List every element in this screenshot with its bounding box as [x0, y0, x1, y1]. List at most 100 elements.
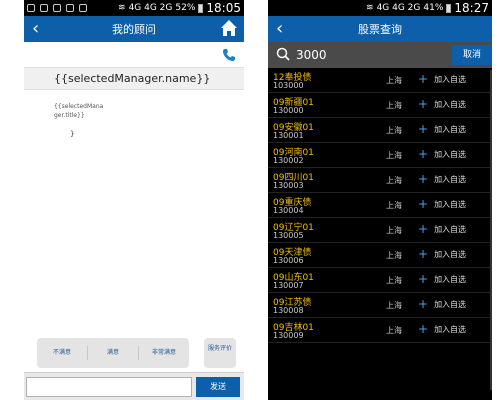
plus-icon: + — [418, 322, 429, 336]
add-to-watchlist-button[interactable]: + 加入自选 — [418, 173, 466, 185]
list-item[interactable]: 09河南01 130002 上海 + 加入自选 — [268, 143, 492, 168]
stock-code: 130006 — [273, 256, 304, 265]
list-item[interactable]: 09四川01 130003 上海 + 加入自选 — [268, 168, 492, 193]
add-to-watchlist-label: 加入自选 — [434, 174, 467, 184]
send-button[interactable]: 发送 — [196, 377, 240, 397]
stock-market: 上海 — [386, 326, 402, 335]
add-to-watchlist-label: 加入自选 — [434, 74, 467, 84]
add-to-watchlist-button[interactable]: + 加入自选 — [418, 98, 466, 110]
add-to-watchlist-label: 加入自选 — [434, 299, 467, 309]
add-to-watchlist-button[interactable]: + 加入自选 — [418, 123, 466, 135]
stock-market: 上海 — [386, 151, 402, 160]
rating-panel: 不满意 满意 非常满意 — [37, 338, 189, 368]
list-item[interactable]: 09新疆01 130000 上海 + 加入自选 — [268, 93, 492, 118]
battery-icon — [446, 3, 452, 13]
service-evaluation-button[interactable]: 服务评价 — [204, 338, 236, 368]
stock-market: 上海 — [386, 251, 402, 260]
add-to-watchlist-button[interactable]: + 加入自选 — [418, 148, 466, 160]
stock-market: 上海 — [386, 276, 402, 285]
plus-icon: + — [418, 147, 429, 161]
add-to-watchlist-label: 加入自选 — [434, 274, 467, 284]
page-title: 我的顾问 — [112, 23, 156, 36]
search-icon — [276, 46, 290, 65]
add-to-watchlist-button[interactable]: + 加入自选 — [418, 273, 466, 285]
list-item[interactable]: 09江苏债 130008 上海 + 加入自选 — [268, 293, 492, 318]
clock: 18:27 — [454, 1, 489, 15]
list-item[interactable]: 09辽宁01 130005 上海 + 加入自选 — [268, 218, 492, 243]
page-title: 股票查询 — [358, 23, 402, 36]
wifi-icon: ≋ — [366, 3, 374, 13]
stock-code: 130000 — [273, 106, 304, 115]
header-bar: ‹ 股票查询 — [268, 16, 492, 42]
rating-dissatisfied-button[interactable]: 不满意 — [37, 346, 88, 360]
manager-name: {{selectedManager.name}} — [24, 68, 244, 90]
template-brace: } — [70, 130, 75, 138]
home-button[interactable] — [220, 19, 238, 41]
stock-code: 130003 — [273, 181, 304, 190]
stock-code: 103000 — [273, 81, 304, 90]
home-icon — [221, 20, 237, 36]
list-item[interactable]: 12奉投债 103000 上海 + 加入自选 — [268, 68, 492, 93]
add-to-watchlist-button[interactable]: + 加入自选 — [418, 298, 466, 310]
list-item[interactable]: 09山东01 130007 上海 + 加入自选 — [268, 268, 492, 293]
stock-market: 上海 — [386, 201, 402, 210]
phone-row — [24, 42, 244, 68]
manager-title: {{selectedManager.title}} — [54, 103, 104, 119]
plus-icon: + — [418, 172, 429, 186]
rating-very-satisfied-button[interactable]: 非常满意 — [139, 346, 189, 360]
add-to-watchlist-button[interactable]: + 加入自选 — [418, 198, 466, 210]
phone-icon — [223, 49, 235, 61]
wechat-icon — [79, 4, 87, 12]
search-bar: 3000 取消 — [268, 42, 492, 68]
back-button[interactable]: ‹ — [32, 19, 39, 39]
stock-list: 12奉投债 103000 上海 + 加入自选 09新疆01 130000 上海 + 加入自选 09安… — [268, 68, 492, 343]
add-to-watchlist-button[interactable]: + 加入自选 — [418, 323, 466, 335]
plus-icon: + — [418, 197, 429, 211]
list-item[interactable]: 09天津债 130006 上海 + 加入自选 — [268, 243, 492, 268]
stock-code: 130001 — [273, 131, 304, 140]
message-bar: 发送 — [24, 372, 244, 400]
status-bar: ≋ 4G 4G 2G 52% 18:05 — [24, 0, 244, 16]
wifi-icon: ≋ — [118, 3, 126, 13]
notification-icon — [27, 4, 35, 12]
signal-text: 4G 4G 2G — [376, 3, 421, 13]
stock-search-screen: ≋ 4G 4G 2G 41% 18:27 ‹ 股票查询 3000 取消 12奉投… — [268, 0, 492, 400]
signal-text: 4G 4G 2G — [128, 3, 173, 13]
list-item[interactable]: 09重庆债 130004 上海 + 加入自选 — [268, 193, 492, 218]
scrollbar[interactable] — [490, 70, 492, 390]
call-button[interactable] — [222, 47, 236, 66]
image-icon — [40, 4, 48, 12]
stock-code: 130009 — [273, 331, 304, 340]
list-item[interactable]: 09吉林01 130009 上海 + 加入自选 — [268, 318, 492, 343]
plus-icon: + — [418, 272, 429, 286]
stock-market: 上海 — [386, 126, 402, 135]
stock-market: 上海 — [386, 301, 402, 310]
add-to-watchlist-button[interactable]: + 加入自选 — [418, 248, 466, 260]
status-bar: ≋ 4G 4G 2G 41% 18:27 — [268, 0, 492, 16]
list-item[interactable]: 09安徽01 130001 上海 + 加入自选 — [268, 118, 492, 143]
message-input[interactable] — [26, 377, 192, 397]
stock-code: 130005 — [273, 231, 304, 240]
stock-code: 130004 — [273, 206, 304, 215]
advisor-screen: ≋ 4G 4G 2G 52% 18:05 ‹ 我的顾问 {{selectedMa… — [24, 0, 244, 400]
clock: 18:05 — [206, 1, 241, 15]
usb-icon — [53, 4, 61, 12]
stock-market: 上海 — [386, 76, 402, 85]
add-to-watchlist-label: 加入自选 — [434, 124, 467, 134]
stock-market: 上海 — [386, 176, 402, 185]
add-to-watchlist-button[interactable]: + 加入自选 — [418, 73, 466, 85]
battery-icon — [198, 3, 204, 13]
stock-market: 上海 — [386, 226, 402, 235]
add-to-watchlist-label: 加入自选 — [434, 199, 467, 209]
plus-icon: + — [418, 247, 429, 261]
search-input[interactable]: 3000 — [296, 48, 327, 62]
plus-icon: + — [418, 222, 429, 236]
stock-code: 130002 — [273, 156, 304, 165]
add-to-watchlist-button[interactable]: + 加入自选 — [418, 223, 466, 235]
add-to-watchlist-label: 加入自选 — [434, 249, 467, 259]
add-to-watchlist-label: 加入自选 — [434, 149, 467, 159]
rating-satisfied-button[interactable]: 满意 — [88, 346, 139, 360]
cancel-button[interactable]: 取消 — [452, 45, 492, 65]
stock-code: 130008 — [273, 306, 304, 315]
back-button[interactable]: ‹ — [276, 19, 283, 39]
